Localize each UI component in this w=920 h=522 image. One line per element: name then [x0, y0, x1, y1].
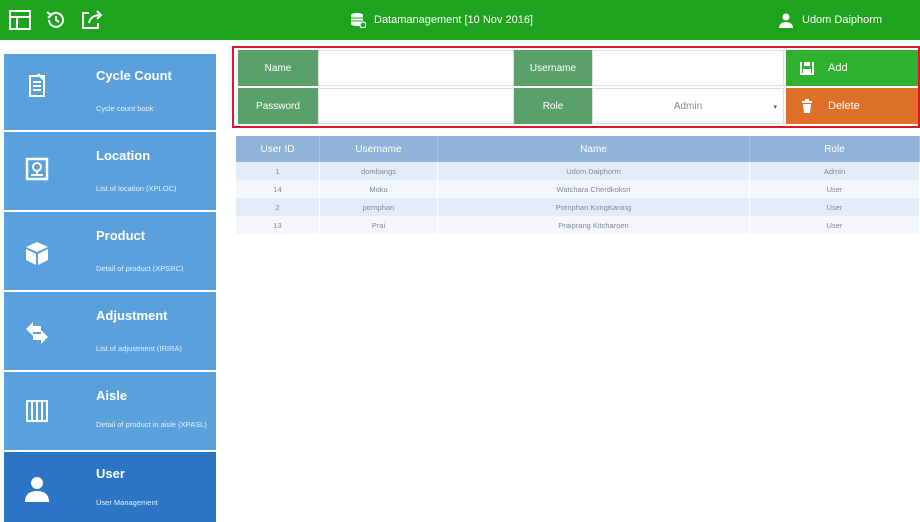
- save-icon: [800, 62, 814, 75]
- name-field[interactable]: [318, 50, 514, 86]
- role-select[interactable]: Admin ▾: [592, 88, 784, 124]
- user-form: Name Username Add Password Role Admin ▾ …: [232, 46, 920, 128]
- cell-username: Prai: [320, 216, 438, 234]
- sidebar-item-subtitle: Detail of product (XPSRC): [96, 264, 184, 273]
- cell-user-id: 1: [236, 162, 320, 180]
- chevron-down-icon: ▾: [773, 104, 777, 111]
- cell-name: Pornphan KongKaning: [438, 198, 750, 216]
- column-header-user-id[interactable]: User ID: [236, 136, 320, 162]
- trash-icon: [802, 99, 812, 113]
- top-bar: Datamanagement [10 Nov 2016] Udom Daipho…: [0, 0, 920, 40]
- sidebar-item-title: User: [96, 466, 125, 481]
- current-user-name: Udom Daiphorm: [802, 14, 883, 26]
- table-row[interactable]: 13 Prai Praiprang Kitcharoen User: [236, 216, 920, 234]
- adjust-arrows-icon: [26, 322, 48, 344]
- cell-username: pornphan: [320, 198, 438, 216]
- delete-button[interactable]: Delete: [786, 88, 918, 124]
- cell-user-id: 13: [236, 216, 320, 234]
- history-icon[interactable]: [44, 8, 68, 32]
- role-label: Role: [514, 88, 592, 124]
- table-row[interactable]: 14 Moku Watchara Cherdkoksri User: [236, 180, 920, 198]
- table-layout-icon[interactable]: [8, 8, 32, 32]
- password-label: Password: [238, 88, 318, 124]
- cell-username: dombangs: [320, 162, 438, 180]
- clipboard-icon: [29, 73, 45, 97]
- cell-role: User: [750, 198, 920, 216]
- column-header-username[interactable]: Username: [320, 136, 438, 162]
- role-select-value: Admin: [673, 100, 703, 112]
- cell-user-id: 2: [236, 198, 320, 216]
- table-header: User ID Username Name Role: [236, 136, 920, 162]
- delete-button-label: Delete: [828, 100, 860, 112]
- sidebar-item-subtitle: List of location (XPLOC): [96, 184, 177, 193]
- app-title-text: Datamanagement [10 Nov 2016]: [374, 14, 533, 26]
- username-field[interactable]: [592, 50, 784, 86]
- column-header-name[interactable]: Name: [438, 136, 750, 162]
- database-icon: [351, 13, 366, 28]
- sidebar-item-location[interactable]: Location List of location (XPLOC): [4, 132, 216, 210]
- export-icon[interactable]: [80, 8, 104, 32]
- sidebar-item-cycle-count[interactable]: Cycle Count Cycle count book: [4, 54, 216, 130]
- cell-name: Udom Daiphorm: [438, 162, 750, 180]
- sidebar-item-product[interactable]: Product Detail of product (XPSRC): [4, 212, 216, 290]
- cell-name: Watchara Cherdkoksri: [438, 180, 750, 198]
- users-table: User ID Username Name Role 1 dombangs Ud…: [236, 136, 920, 234]
- sidebar-item-title: Product: [96, 228, 146, 243]
- add-button[interactable]: Add: [786, 50, 918, 86]
- sidebar-item-adjustment[interactable]: Adjustment List of adjustment (IRIRA): [4, 292, 216, 370]
- cell-role: User: [750, 180, 920, 198]
- sidebar-item-aisle[interactable]: Aisle Detail of product in aisle (XPASL): [4, 372, 216, 450]
- location-icon: [25, 157, 49, 181]
- add-button-label: Add: [828, 62, 848, 74]
- column-header-role[interactable]: Role: [750, 136, 920, 162]
- sidebar-item-subtitle: Cycle count book: [96, 104, 154, 113]
- table-body: 1 dombangs Udom Daiphorm Admin 14 Moku W…: [236, 162, 920, 234]
- current-user[interactable]: Udom Daiphorm: [778, 0, 882, 40]
- password-field[interactable]: [318, 88, 514, 124]
- sidebar-item-title: Location: [96, 148, 151, 163]
- cell-username: Moku: [320, 180, 438, 198]
- sidebar-item-user[interactable]: User User Management: [4, 452, 216, 522]
- app-title: Datamanagement [10 Nov 2016]: [350, 0, 533, 40]
- sidebar-item-subtitle: Detail of product in aisle (XPASL): [96, 420, 207, 429]
- user-icon: [779, 13, 793, 28]
- box-icon: [26, 242, 48, 265]
- sidebar-item-title: Cycle Count: [96, 68, 172, 83]
- cell-name: Praiprang Kitcharoen: [438, 216, 750, 234]
- cell-role: Admin: [750, 162, 920, 180]
- sidebar-item-subtitle: User Management: [96, 498, 158, 507]
- sidebar: Cycle Count Cycle count book Location Li…: [0, 40, 230, 522]
- sidebar-item-title: Aisle: [96, 388, 128, 403]
- username-label: Username: [514, 50, 592, 86]
- cell-role: User: [750, 216, 920, 234]
- aisle-icon: [26, 400, 48, 422]
- cell-user-id: 14: [236, 180, 320, 198]
- table-row[interactable]: 2 pornphan Pornphan KongKaning User: [236, 198, 920, 216]
- user-icon: [25, 477, 49, 502]
- sidebar-item-title: Adjustment: [96, 308, 168, 323]
- table-row[interactable]: 1 dombangs Udom Daiphorm Admin: [236, 162, 920, 180]
- sidebar-item-subtitle: List of adjustment (IRIRA): [96, 344, 182, 353]
- name-label: Name: [238, 50, 318, 86]
